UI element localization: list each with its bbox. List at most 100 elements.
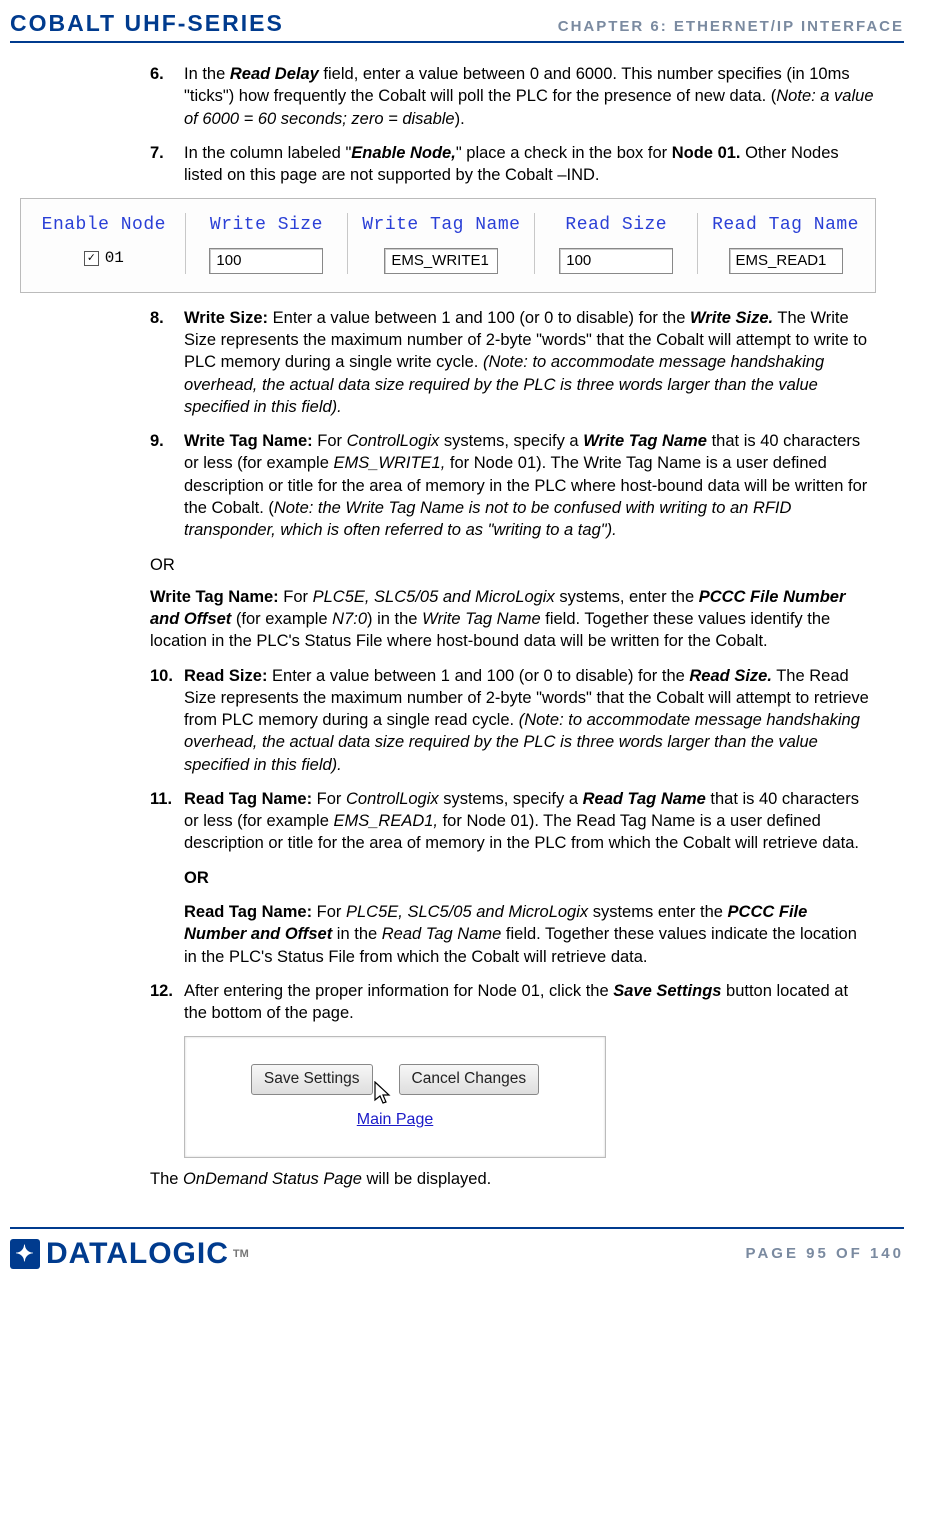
series-title: COBALT UHF-SERIES (10, 10, 284, 37)
field-name: Read Delay (230, 65, 319, 83)
step-8: 8. Write Size: Enter a value between 1 a… (150, 307, 874, 418)
write-tag-input[interactable]: EMS_WRITE1 (384, 248, 498, 274)
closing-text: The OnDemand Status Page will be display… (150, 1168, 874, 1190)
node-settings-table: Enable Node ✓ 01 Write Size 100 Write Ta… (20, 198, 876, 293)
col-write-tag-name: Write Tag Name EMS_WRITE1 (362, 213, 520, 274)
col-header: Enable Node (42, 213, 166, 237)
system-name: PLC5E, SLC5/05 and MicroLogix (313, 588, 555, 606)
page-number: PAGE 95 OF 140 (746, 1245, 904, 1262)
read-tag-input[interactable]: EMS_READ1 (729, 248, 843, 274)
text: ). (455, 110, 465, 128)
step-body: Write Tag Name: For ControlLogix systems… (184, 430, 874, 541)
step-11-alt: Read Tag Name: For PLC5E, SLC5/05 and Mi… (150, 901, 874, 968)
write-size-input[interactable]: 100 (209, 248, 323, 274)
step-body: Write Size: Enter a value between 1 and … (184, 307, 874, 418)
text: In the column labeled " (184, 144, 351, 162)
step-number: 12. (150, 980, 184, 1025)
col-header: Write Tag Name (362, 213, 520, 237)
note-text: Note: the Write Tag Name is not to be co… (184, 499, 791, 539)
step-number: 11. (150, 788, 184, 855)
col-header: Read Tag Name (712, 213, 859, 237)
checkbox-icon[interactable]: ✓ (84, 251, 99, 266)
divider (185, 213, 186, 274)
step-9-alt: Write Tag Name: For PLC5E, SLC5/05 and M… (150, 586, 874, 653)
save-settings-button[interactable]: Save Settings (251, 1064, 373, 1095)
step-body: In the column labeled "Enable Node," pla… (184, 142, 874, 187)
step-7: 7. In the column labeled "Enable Node," … (150, 142, 874, 187)
col-header: Write Size (210, 213, 323, 237)
field-name: Save Settings (613, 982, 721, 1000)
example-text: EMS_READ1, (333, 812, 438, 830)
field-name: Write Size. (690, 309, 773, 327)
system-name: ControlLogix (347, 432, 440, 450)
step-label: Write Tag Name: (184, 432, 317, 450)
step-number: 9. (150, 430, 184, 541)
field-name: Write Tag Name (422, 610, 541, 628)
text: in the (332, 925, 382, 943)
text: After entering the proper information fo… (184, 982, 613, 1000)
step-number: 8. (150, 307, 184, 418)
col-header: Read Size (565, 213, 667, 237)
main-page-link[interactable]: Main Page (357, 1109, 434, 1131)
step-12: 12. After entering the proper informatio… (150, 980, 874, 1025)
text: For (317, 432, 346, 450)
text: For (283, 588, 312, 606)
chapter-title: CHAPTER 6: ETHERNET/IP INTERFACE (558, 18, 904, 35)
header-bar: COBALT UHF-SERIES CHAPTER 6: ETHERNET/IP… (10, 10, 904, 43)
datalogic-logo: ✦ DATALOGICTM (10, 1237, 249, 1271)
text: ) in the (367, 610, 422, 628)
step-number: 10. (150, 665, 184, 776)
or-separator: OR (150, 554, 874, 576)
step-label: Read Tag Name: (184, 903, 317, 921)
step-6: 6. In the Read Delay field, enter a valu… (150, 63, 874, 130)
page-name: OnDemand Status Page (183, 1170, 362, 1188)
field-name: Read Size. (689, 667, 772, 685)
field-name: Read Tag Name (382, 925, 502, 943)
step-body: In the Read Delay field, enter a value b… (184, 63, 874, 130)
step-label: Read Size: (184, 667, 272, 685)
node-id: 01 (105, 248, 124, 270)
field-name: Enable Node, (351, 144, 456, 162)
step-10: 10. Read Size: Enter a value between 1 a… (150, 665, 874, 776)
footer-bar: ✦ DATALOGICTM PAGE 95 OF 140 (10, 1227, 904, 1271)
read-size-input[interactable]: 100 (559, 248, 673, 274)
col-write-size: Write Size 100 (200, 213, 334, 274)
step-number: 7. (150, 142, 184, 187)
col-enable-node: Enable Node ✓ 01 (37, 213, 171, 274)
divider (534, 213, 535, 274)
field-name: Write Tag Name (583, 432, 707, 450)
step-number: 6. (150, 63, 184, 130)
text: systems, specify a (439, 432, 583, 450)
step-body: Read Size: Enter a value between 1 and 1… (184, 665, 874, 776)
text: Enter a value between 1 and 100 (or 0 to… (272, 667, 689, 685)
trademark-icon: TM (233, 1248, 249, 1260)
col-read-size: Read Size 100 (549, 213, 683, 274)
or-label: OR (184, 869, 209, 887)
main-content: 6. In the Read Delay field, enter a valu… (10, 43, 904, 1211)
logo-text: DATALOGIC (46, 1237, 229, 1271)
system-name: ControlLogix (346, 790, 439, 808)
cursor-icon (373, 1081, 395, 1109)
text: systems enter the (588, 903, 727, 921)
divider (347, 213, 348, 274)
example-text: N7:0 (332, 610, 367, 628)
text: will be displayed. (362, 1170, 491, 1188)
text: Enter a value between 1 and 100 (or 0 to… (273, 309, 690, 327)
enable-node-cell: ✓ 01 (84, 248, 124, 270)
text: " place a check in the box for (456, 144, 672, 162)
text: For (317, 790, 346, 808)
or-separator: OR (150, 867, 874, 889)
col-read-tag-name: Read Tag Name EMS_READ1 (712, 213, 859, 274)
divider (697, 213, 698, 274)
step-9: 9. Write Tag Name: For ControlLogix syst… (150, 430, 874, 541)
cancel-changes-button[interactable]: Cancel Changes (399, 1064, 540, 1095)
field-name: Read Tag Name (583, 790, 706, 808)
system-name: PLC5E, SLC5/05 and MicroLogix (346, 903, 588, 921)
save-settings-panel: Save Settings Cancel Changes Main Page (184, 1036, 606, 1158)
text: In the (184, 65, 230, 83)
text: systems, enter the (555, 588, 699, 606)
text: The (150, 1170, 183, 1188)
step-label: Read Tag Name: (184, 790, 317, 808)
step-label: Write Tag Name: (150, 588, 283, 606)
step-body: Read Tag Name: For ControlLogix systems,… (184, 788, 874, 855)
